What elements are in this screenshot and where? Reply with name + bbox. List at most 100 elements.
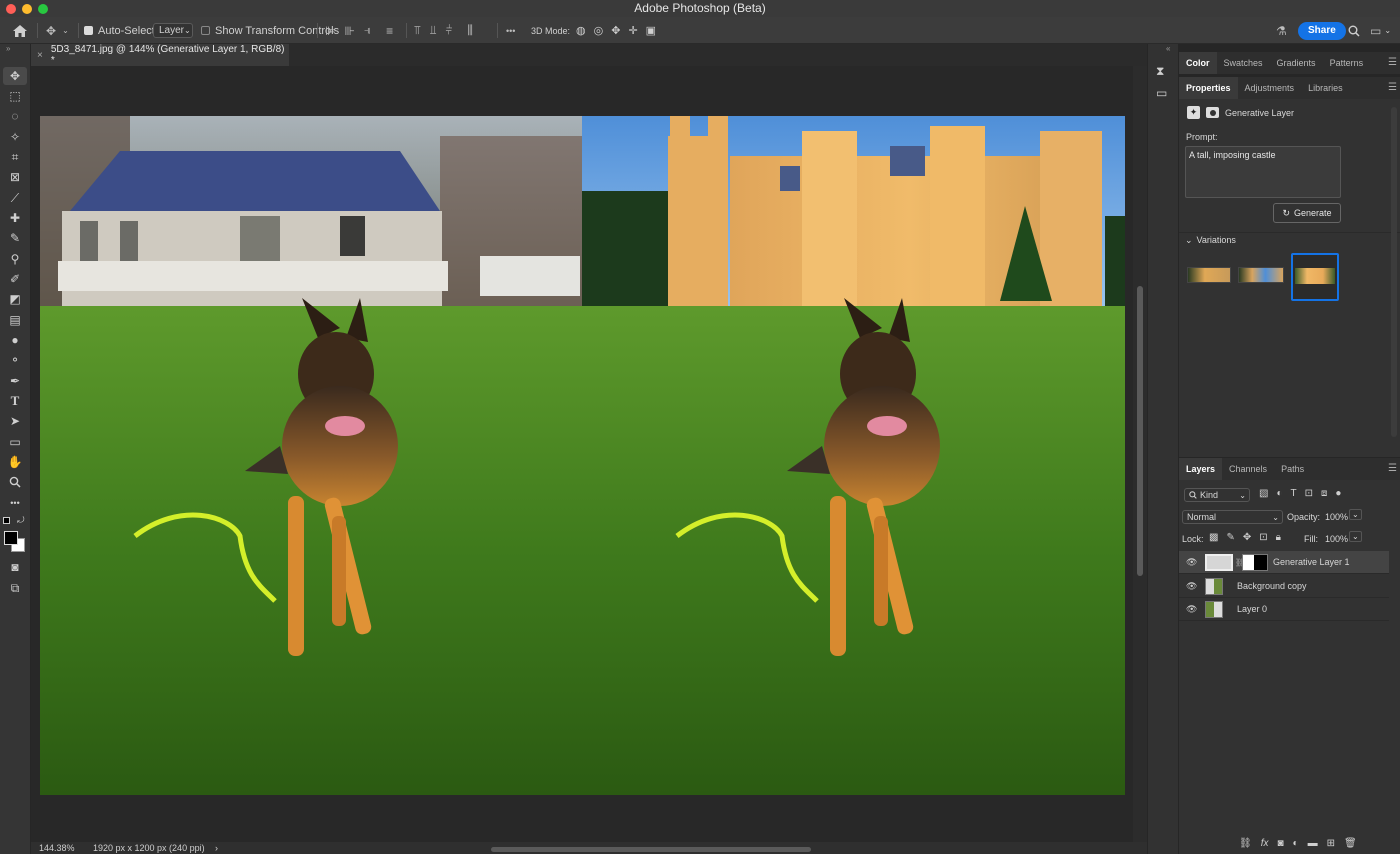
variation-thumb-2[interactable] — [1238, 267, 1284, 283]
pen-tool[interactable]: ✒ — [3, 372, 27, 390]
path-selection-tool[interactable]: ➤ — [3, 412, 27, 430]
workspace-switcher[interactable]: ▭ ⌄ — [1370, 17, 1391, 44]
collapse-panels-icon[interactable]: « — [1166, 44, 1170, 53]
link-layers-icon[interactable]: ⛓ — [1239, 838, 1252, 849]
marquee-tool[interactable]: ⬚ — [3, 87, 27, 105]
lasso-tool[interactable]: ◌ — [3, 107, 27, 125]
close-icon[interactable]: × — [37, 50, 43, 61]
more-options-button[interactable]: ••• — [506, 17, 515, 44]
blend-mode-dropdown[interactable]: Normal ⌄ — [1182, 510, 1283, 524]
tab-layers[interactable]: Layers — [1179, 458, 1223, 480]
healing-brush-tool[interactable]: ✚ — [3, 209, 27, 227]
lock-pixels-icon[interactable]: ✎ — [1226, 532, 1234, 543]
layer-row[interactable]: 👁︎ Background copy — [1179, 575, 1389, 598]
new-group-icon[interactable]: ▬ — [1308, 838, 1318, 849]
align-middle-icon[interactable]: ⫫ — [430, 23, 437, 38]
lock-artboard-icon[interactable]: ⊡ — [1259, 532, 1267, 543]
zoom-window-button[interactable] — [38, 4, 48, 14]
horizontal-scrollbar-thumb[interactable] — [491, 847, 811, 852]
rectangle-tool[interactable]: ▭ — [3, 433, 27, 451]
tab-color[interactable]: Color — [1179, 52, 1217, 74]
align-top-icon[interactable]: ⫪ — [414, 23, 421, 38]
align-center-icon[interactable]: ⊪ — [344, 24, 354, 38]
document-canvas[interactable] — [40, 116, 1125, 795]
zoom-level[interactable]: 144.38% — [39, 843, 75, 853]
tab-channels[interactable]: Channels — [1222, 458, 1274, 480]
lock-transparency-icon[interactable]: ▩ — [1209, 532, 1218, 543]
comments-panel-button[interactable]: ▭ — [1156, 86, 1167, 100]
minimize-window-button[interactable] — [22, 4, 32, 14]
layer-row[interactable]: 👁︎ ⛓ Generative Layer 1 — [1179, 551, 1389, 574]
smart-object-filter-icon[interactable]: ⧈ — [1321, 488, 1327, 499]
transform-controls-checkbox[interactable]: Show Transform Controls — [201, 17, 339, 44]
3d-roll-icon[interactable]: ◎ — [594, 24, 604, 37]
scrollbar-thumb[interactable] — [1137, 286, 1143, 576]
blur-tool[interactable]: ● — [3, 331, 27, 349]
align-bottom-icon[interactable]: ⫩ — [446, 23, 453, 38]
lock-all-icon[interactable]: 🔒︎ — [1276, 532, 1281, 543]
document-info-arrow[interactable]: › — [215, 843, 218, 853]
tab-libraries[interactable]: Libraries — [1301, 77, 1350, 99]
eye-icon[interactable]: 👁︎ — [1186, 557, 1197, 568]
eye-icon[interactable]: 👁︎ — [1186, 581, 1197, 592]
variation-thumb-3[interactable] — [1291, 253, 1339, 301]
tab-swatches[interactable]: Swatches — [1217, 52, 1270, 74]
3d-pan-icon[interactable]: ✥ — [611, 24, 620, 37]
chevron-down-icon[interactable]: ⌄ — [1349, 531, 1362, 542]
foreground-color-swatch[interactable] — [4, 531, 18, 545]
vertical-scrollbar[interactable] — [1133, 66, 1147, 842]
new-layer-icon[interactable]: ⊞ — [1327, 838, 1335, 849]
layer-style-icon[interactable]: fx — [1261, 838, 1269, 849]
generate-button[interactable]: ↻ Generate — [1273, 203, 1341, 223]
fill-value[interactable]: 100% — [1325, 534, 1348, 544]
panel-menu-icon[interactable]: ☰ — [1388, 463, 1397, 474]
pixel-filter-icon[interactable]: ▧ — [1259, 488, 1268, 499]
history-brush-tool[interactable]: ✐ — [3, 270, 27, 288]
edit-toolbar-button[interactable]: ••• — [3, 494, 27, 512]
3d-slide-icon[interactable]: ✛ — [628, 24, 637, 37]
variations-header[interactable]: ⌄ Variations — [1185, 235, 1236, 246]
search-button[interactable] — [1348, 17, 1360, 44]
brush-tool[interactable]: ✎ — [3, 229, 27, 247]
eye-icon[interactable]: 👁︎ — [1186, 604, 1197, 615]
hand-tool[interactable]: ✋ — [3, 453, 27, 471]
eyedropper-tool[interactable]: ⟋ — [3, 189, 27, 207]
opacity-value[interactable]: 100% — [1325, 512, 1348, 522]
type-filter-icon[interactable]: T — [1291, 488, 1297, 499]
default-colors-icon[interactable] — [3, 517, 10, 524]
add-mask-icon[interactable]: ◙ — [1277, 838, 1283, 849]
move-tool-preset[interactable]: ✥ ⌄ — [46, 17, 69, 44]
history-panel-button[interactable]: ⧗ — [1156, 64, 1164, 79]
filter-toggle-icon[interactable]: ● — [1335, 488, 1341, 499]
quick-mask-button[interactable]: ◙ — [3, 558, 27, 576]
variation-thumb-1[interactable] — [1187, 267, 1231, 283]
document-tab[interactable]: × 5D3_8471.jpg @ 144% (Generative Layer … — [31, 44, 289, 66]
3d-orbit-icon[interactable]: ◍ — [576, 24, 586, 37]
swap-colors-icon[interactable]: ⤾ — [17, 515, 25, 526]
clone-stamp-tool[interactable]: ⚲ — [3, 250, 27, 268]
move-tool[interactable]: ✥ — [3, 67, 27, 85]
home-button[interactable] — [12, 17, 28, 44]
shape-filter-icon[interactable]: ⊡ — [1305, 488, 1313, 499]
chevron-down-icon[interactable]: ⌄ — [1349, 509, 1362, 520]
panel-menu-icon[interactable]: ☰ — [1388, 82, 1397, 93]
frame-tool[interactable]: ⊠ — [3, 168, 27, 186]
tab-gradients[interactable]: Gradients — [1270, 52, 1323, 74]
beta-labs-button[interactable]: ⚗ — [1276, 17, 1287, 44]
magic-wand-tool[interactable]: ✧ — [3, 128, 27, 146]
align-left-icon[interactable]: ⊫ — [325, 24, 335, 38]
tab-paths[interactable]: Paths — [1274, 458, 1311, 480]
tab-adjustments[interactable]: Adjustments — [1238, 77, 1302, 99]
toolbar-collapse-icon[interactable]: » — [6, 44, 10, 53]
type-tool[interactable]: T — [3, 392, 27, 410]
screen-mode-button[interactable]: ⧉ — [3, 579, 27, 597]
gradient-tool[interactable]: ▤ — [3, 311, 27, 329]
lock-position-icon[interactable]: ✥ — [1243, 532, 1251, 543]
adjustment-layer-icon[interactable]: ◐ — [1293, 838, 1299, 849]
tab-properties[interactable]: Properties — [1179, 77, 1238, 99]
tab-patterns[interactable]: Patterns — [1323, 52, 1371, 74]
adjustment-filter-icon[interactable]: ◐ — [1276, 488, 1282, 499]
distribute-icon[interactable]: ≡ — [386, 24, 393, 38]
dodge-tool[interactable]: ⚬ — [3, 351, 27, 369]
close-window-button[interactable] — [6, 4, 16, 14]
